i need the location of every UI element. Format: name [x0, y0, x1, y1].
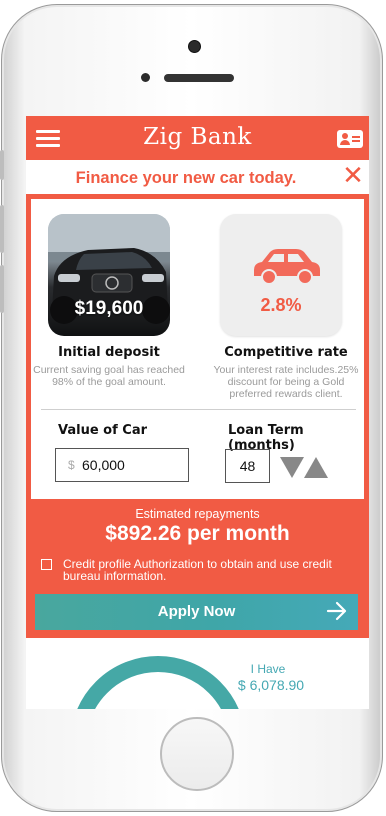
car-value-label: Value of Car — [58, 423, 148, 438]
loan-card: $19,600 2.8% Initial deposit Current sav… — [31, 199, 364, 499]
estimate-label: Estimated repayments — [135, 507, 260, 521]
phone-frame: Zig Bank Finance your new car today. ✕ $… — [0, 0, 386, 816]
volume-down-button — [0, 265, 4, 313]
mute-switch — [0, 150, 4, 180]
earpiece-speaker — [164, 74, 234, 82]
arrow-right-icon — [326, 601, 347, 621]
chevron-up-icon[interactable] — [304, 457, 328, 478]
proximity-sensor — [141, 73, 150, 82]
savings-gauge — [70, 656, 246, 709]
front-camera — [188, 40, 201, 53]
promo-text: Finance your new car today. — [75, 169, 297, 187]
estimate-value: $892.26 per month — [105, 522, 290, 545]
apply-now-button[interactable]: Apply Now — [35, 594, 358, 630]
rate-tile: 2.8% — [220, 214, 342, 336]
divider — [41, 409, 356, 410]
close-icon[interactable]: ✕ — [341, 163, 365, 189]
authorization-text: Credit profile Authorization to obtain a… — [63, 557, 332, 583]
savings-value: $ 6,078.90 — [237, 677, 305, 693]
car-photo-tile: $19,600 — [48, 214, 170, 336]
authorization-checkbox[interactable] — [41, 559, 52, 570]
apply-now-label: Apply Now — [157, 603, 236, 620]
volume-up-button — [0, 205, 4, 253]
promo-banner: Finance your new car today. ✕ — [26, 160, 369, 194]
rate-title: Competitive rate — [224, 345, 348, 360]
deposit-description: Current saving goal has reached 98% of t… — [33, 364, 185, 388]
currency-symbol: $ — [68, 458, 75, 472]
rate-description: Your interest rate includes.25% discount… — [213, 364, 359, 400]
contact-card-icon[interactable] — [337, 130, 363, 148]
car-value-text: 60,000 — [82, 457, 125, 473]
loan-term-input[interactable]: 48 — [225, 449, 270, 483]
app-title: Zig Bank — [143, 124, 252, 150]
loan-panel: $19,600 2.8% Initial deposit Current sav… — [26, 194, 369, 638]
savings-label: I Have — [250, 662, 286, 676]
top-bar: Zig Bank — [26, 116, 369, 160]
rate-value: 2.8% — [260, 295, 302, 315]
car-value-input[interactable]: $ 60,000 — [55, 448, 189, 482]
home-button[interactable] — [160, 717, 234, 791]
car-icon — [254, 249, 320, 285]
chevron-down-icon[interactable] — [280, 457, 304, 478]
app-screen: Zig Bank Finance your new car today. ✕ $… — [26, 116, 369, 709]
deposit-title: Initial deposit — [58, 345, 160, 360]
deposit-amount: $19,600 — [74, 298, 144, 319]
